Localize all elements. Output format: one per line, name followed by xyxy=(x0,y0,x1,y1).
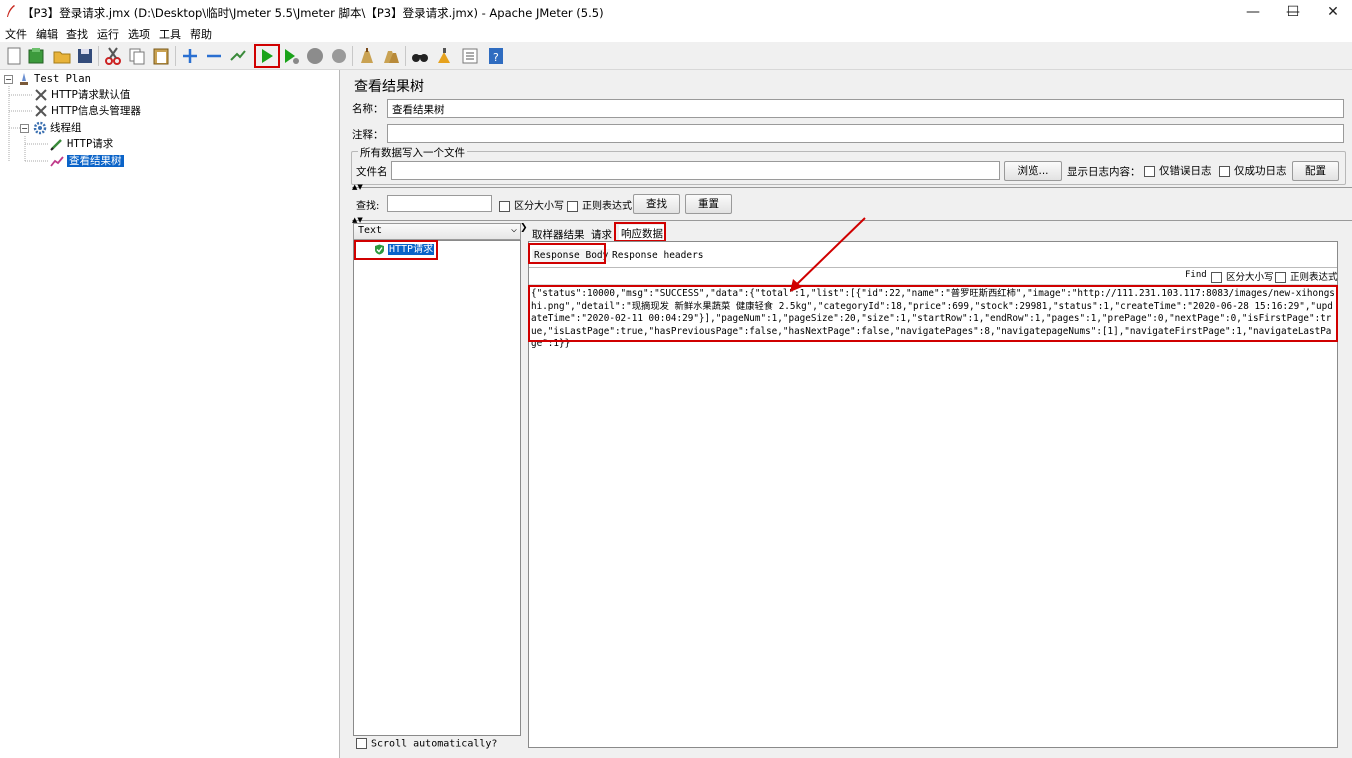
find-case-sensitive-checkbox[interactable]: 区分大小写 xyxy=(1211,269,1274,283)
filename-label: 文件名 xyxy=(356,166,388,178)
name-field[interactable]: 查看结果树 xyxy=(387,99,1344,118)
response-body-highlight xyxy=(528,243,606,264)
cut-icon[interactable] xyxy=(103,46,123,66)
window-title: 【P3】登录请求.jmx (D:\Desktop\临时\Jmeter 5.5\J… xyxy=(22,6,604,20)
expand-icon[interactable] xyxy=(180,46,200,66)
checkbox-label: 仅成功日志 xyxy=(1234,165,1287,177)
chevron-down-icon: ⌵ xyxy=(510,224,517,235)
clear-icon[interactable] xyxy=(357,46,377,66)
find-label: Find xyxy=(1185,270,1207,280)
checkbox-label: 仅错误日志 xyxy=(1159,165,1212,177)
checkbox-box xyxy=(1219,165,1230,177)
new-file-icon[interactable] xyxy=(4,46,24,66)
splitter-arrows-icon[interactable]: ▲▼ xyxy=(352,183,363,191)
regex-checkbox[interactable]: 正则表达式 xyxy=(567,197,632,212)
menu-bar: 文件 编辑 查找 运行 选项 工具 帮助 xyxy=(0,24,1352,42)
checkbox-box xyxy=(1275,272,1286,283)
toggle-icon[interactable] xyxy=(228,46,248,66)
function-helper-icon[interactable] xyxy=(460,46,480,66)
checkbox-label: 区分大小写 xyxy=(1226,272,1274,283)
help-icon[interactable]: ? xyxy=(486,46,506,66)
tree-node-view-results-tree[interactable]: 查看结果树 xyxy=(50,153,124,169)
splitter[interactable] xyxy=(352,187,1352,189)
success-only-checkbox[interactable]: 仅成功日志 xyxy=(1219,163,1287,178)
reset-search-icon[interactable] xyxy=(434,46,454,66)
filename-field[interactable] xyxy=(391,161,1000,180)
tab-request[interactable]: 请求 xyxy=(591,227,612,242)
start-button-highlight xyxy=(254,44,280,68)
renderer-selected: Text xyxy=(358,225,383,236)
menu-edit[interactable]: 编辑 xyxy=(36,26,58,42)
collapse-icon[interactable] xyxy=(204,46,224,66)
case-sensitive-checkbox[interactable]: 区分大小写 xyxy=(499,197,564,212)
find-button[interactable]: 查找 xyxy=(633,194,680,214)
errors-only-checkbox[interactable]: 仅错误日志 xyxy=(1144,163,1212,178)
find-regex-checkbox[interactable]: 正则表达式 xyxy=(1275,269,1338,283)
renderer-select[interactable]: Text ⌵ xyxy=(353,223,521,240)
subtab-response-headers[interactable]: Response headers xyxy=(610,249,706,262)
page-title: 查看结果树 xyxy=(354,79,424,95)
scroll-automatically-checkbox[interactable]: Scroll automatically? xyxy=(356,738,497,750)
checkbox-box xyxy=(567,200,578,212)
comment-field[interactable] xyxy=(387,124,1344,143)
menu-search[interactable]: 查找 xyxy=(66,26,88,42)
menu-file[interactable]: 文件 xyxy=(5,26,27,42)
templates-icon[interactable] xyxy=(26,46,46,66)
menu-options[interactable]: 选项 xyxy=(128,26,150,42)
menu-help[interactable]: 帮助 xyxy=(190,26,212,42)
checkbox-box xyxy=(356,738,367,749)
maximize-button[interactable]: ☐ xyxy=(1273,0,1313,24)
sample-result-list xyxy=(353,240,521,736)
menu-tools[interactable]: 工具 xyxy=(159,26,181,42)
copy-icon[interactable] xyxy=(127,46,147,66)
close-button[interactable]: ✕ xyxy=(1313,0,1352,24)
tree-label: HTTP请求 xyxy=(67,138,114,150)
search-input[interactable] xyxy=(387,195,492,212)
sample-highlight xyxy=(354,240,438,260)
tree-label-selected: 查看结果树 xyxy=(67,155,124,167)
checkbox-label: 区分大小写 xyxy=(514,201,564,212)
tree-label: HTTP信息头管理器 xyxy=(51,105,141,117)
reset-button[interactable]: 重置 xyxy=(685,194,732,214)
menu-run[interactable]: 运行 xyxy=(97,26,119,42)
svg-text:?: ? xyxy=(493,51,499,64)
clear-all-icon[interactable] xyxy=(381,46,401,66)
minimize-button-2[interactable]: — xyxy=(1233,0,1273,24)
tree-label: HTTP请求默认值 xyxy=(51,89,131,101)
test-plan-tree: − Test Plan HTTP请求默认值 HTTP信息头管理器 − 线程组 HTT… xyxy=(0,70,340,758)
configure-button[interactable]: 配置 xyxy=(1292,161,1339,181)
start-no-pauses-icon[interactable] xyxy=(281,46,301,66)
checkbox-box xyxy=(499,200,510,212)
response-body-text-highlight xyxy=(528,285,1338,342)
file-group-title: 所有数据写入一个文件 xyxy=(358,145,467,160)
checkbox-box xyxy=(1211,272,1222,283)
view-results-tree-panel: 查看结果树 名称： 查看结果树 注释： 所有数据写入一个文件 文件名 浏览...… xyxy=(346,70,1352,758)
open-folder-icon[interactable] xyxy=(52,46,72,66)
log-content-label: 显示日志内容： xyxy=(1067,166,1141,178)
shutdown-icon[interactable] xyxy=(329,46,349,66)
annotation-arrow xyxy=(790,217,866,292)
splitter-handle-icon[interactable]: ❯ xyxy=(520,223,528,233)
search-label: 查找: xyxy=(356,201,380,212)
response-data-tab-highlight xyxy=(614,222,666,242)
checkbox-label: Scroll automatically? xyxy=(371,738,498,750)
title-bar: 【P3】登录请求.jmx (D:\Desktop\临时\Jmeter 5.5\J… xyxy=(0,0,1352,24)
comment-label: 注释： xyxy=(352,129,384,141)
checkbox-label: 正则表达式 xyxy=(1290,272,1338,283)
tab-sampler-result[interactable]: 取样器结果 xyxy=(532,227,585,242)
checkbox-label: 正则表达式 xyxy=(582,201,632,212)
tree-connector-lines xyxy=(8,86,48,162)
checkbox-box xyxy=(1144,165,1155,177)
browse-button[interactable]: 浏览... xyxy=(1004,161,1062,181)
paste-icon[interactable] xyxy=(151,46,171,66)
toolbar: ? xyxy=(0,42,1352,70)
name-label: 名称： xyxy=(352,103,384,115)
jmeter-feather-icon xyxy=(7,5,15,17)
stop-icon[interactable] xyxy=(305,46,325,66)
save-icon[interactable] xyxy=(75,46,95,66)
search-icon[interactable] xyxy=(410,46,430,66)
